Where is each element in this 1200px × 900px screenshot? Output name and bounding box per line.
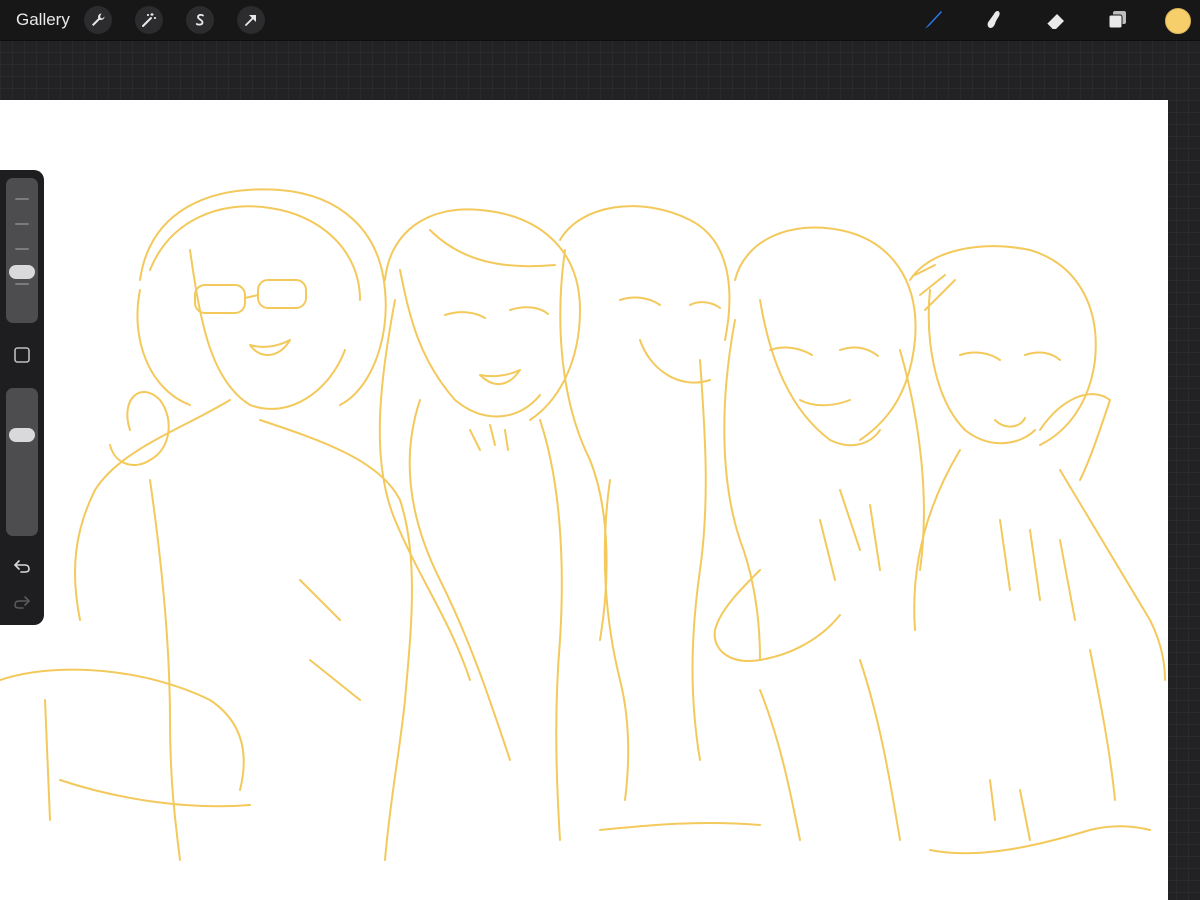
transform-arrow-icon[interactable]	[237, 6, 265, 34]
brush-size-thumb[interactable]	[9, 265, 35, 279]
gallery-button[interactable]: Gallery	[16, 10, 70, 30]
selection-icon[interactable]	[186, 6, 214, 34]
smudge-icon[interactable]	[980, 6, 1008, 34]
magic-wand-icon[interactable]	[135, 6, 163, 34]
wrench-icon[interactable]	[84, 6, 112, 34]
slider-tick	[15, 283, 29, 285]
brush-opacity-slider[interactable]	[6, 388, 38, 536]
left-sidebar	[0, 170, 44, 625]
brush-icon[interactable]	[919, 6, 947, 34]
top-toolbar: Gallery	[0, 0, 1200, 41]
layers-icon[interactable]	[1103, 6, 1131, 34]
redo-icon[interactable]	[10, 590, 34, 614]
slider-tick	[15, 248, 29, 250]
undo-icon[interactable]	[10, 554, 34, 578]
drawing-canvas[interactable]	[0, 100, 1168, 900]
eraser-icon[interactable]	[1042, 6, 1070, 34]
brush-opacity-thumb[interactable]	[9, 428, 35, 442]
color-picker-swatch[interactable]	[1165, 8, 1191, 34]
modify-square-icon[interactable]	[10, 343, 34, 367]
slider-tick	[15, 223, 29, 225]
brush-size-slider[interactable]	[6, 178, 38, 323]
slider-tick	[15, 198, 29, 200]
sketch-drawing	[0, 188, 1166, 861]
